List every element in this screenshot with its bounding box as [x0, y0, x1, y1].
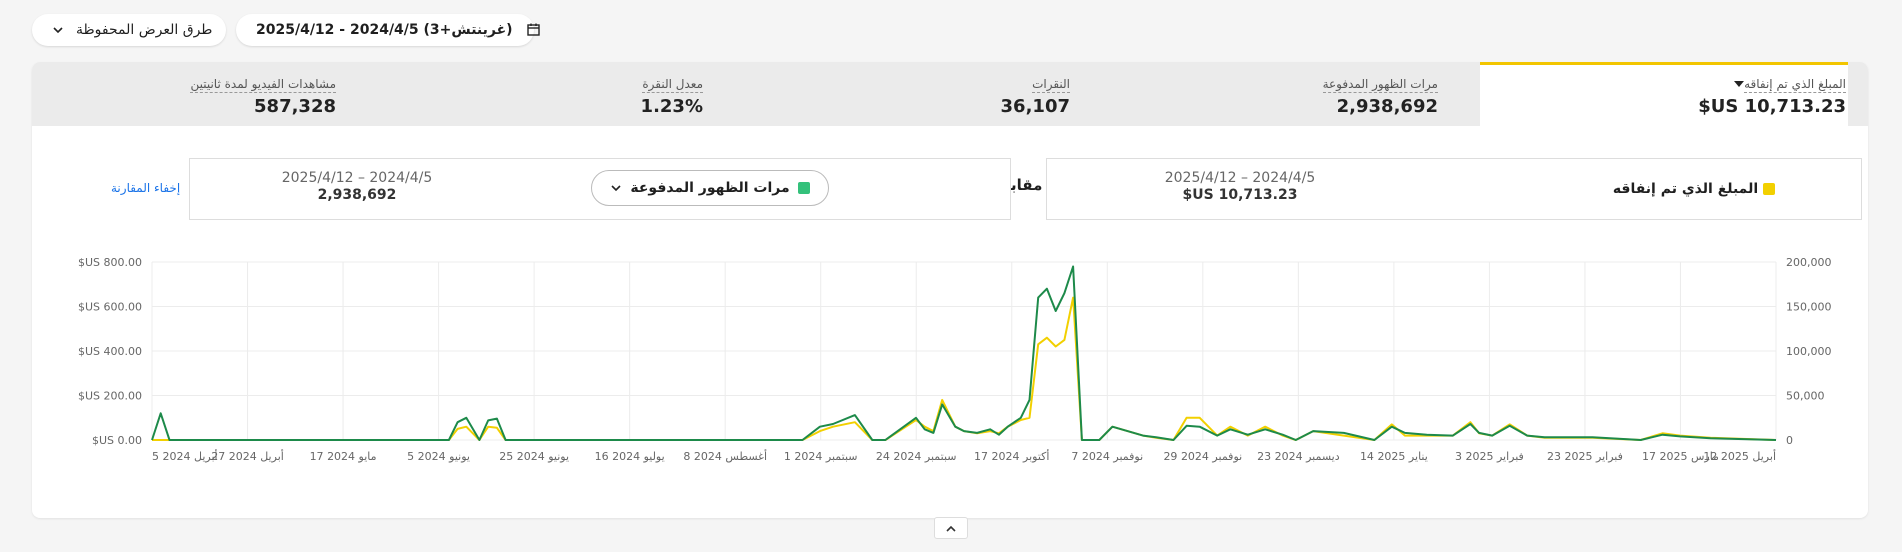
primary-series-label: المبلغ الذي تم إنفاقه [1613, 181, 1775, 197]
y-axis-left: $US 800.00 $US 600.00 $US 400.00 $US 200.00… [78, 256, 142, 447]
y-left-tick-label: $US 200.00 [78, 390, 142, 403]
metric-label: النقرات [1032, 77, 1070, 93]
x-tick-label: 27 أبريل 2024 [211, 449, 284, 463]
chevron-down-icon [52, 24, 64, 36]
y-left-tick-label: $US 600.00 [78, 301, 142, 314]
metric-label: المبلغ الذي تم إنفاقه [1744, 77, 1846, 93]
y-left-tick-label: $US 0.00 [92, 434, 142, 447]
x-tick-label: 5 يونيو 2024 [407, 450, 470, 463]
series-impressions-line [151, 265, 1777, 441]
secondary-series-name: مرات الظهور المدفوعة [630, 180, 790, 196]
collapse-chart-button[interactable] [934, 517, 968, 539]
y-left-tick-label: $US 400.00 [78, 345, 142, 358]
series-spend-line [152, 296, 1777, 441]
y-right-tick-label: 200,000 [1786, 256, 1832, 269]
metric-value: 1.23% [640, 96, 703, 117]
saved-views-label: طرق العرض المحفوظة [76, 22, 213, 38]
saved-views-dropdown[interactable]: طرق العرض المحفوظة [32, 14, 226, 46]
x-tick-label: 14 يناير 2025 [1360, 450, 1428, 463]
caret-down-icon[interactable] [1734, 80, 1745, 87]
x-tick-label: 16 يوليو 2024 [595, 450, 665, 463]
x-tick-label: 25 يونيو 2024 [499, 450, 569, 463]
metric-value: 587,328 [254, 96, 336, 117]
x-tick-label: 1 سبتمبر 2024 [784, 450, 858, 463]
x-tick-label: 23 ديسمبر 2024 [1257, 450, 1340, 463]
calendar-icon [526, 23, 540, 37]
x-tick-label: 24 سبتمبر 2024 [876, 450, 957, 463]
metric-value: 2,938,692 [1336, 96, 1438, 117]
x-tick-label: 8 أغسطس 2024 [683, 449, 767, 463]
metric-label: مشاهدات الفيديو لمدة ثانيتين [190, 77, 336, 93]
secondary-range-block: 2025/4/12 – 2024/4/5 2,938,692 [252, 170, 462, 203]
secondary-date-range: 2025/4/12 – 2024/4/5 [281, 170, 433, 186]
x-axis: 5 أبريل 202427 أبريل 2024 17 مايو 2024 5 ي… [152, 449, 1776, 463]
y-left-tick-label: $US 800.00 [78, 256, 142, 269]
y-axis-right: 200,000 150,000 100,000 50,000 0 [1786, 256, 1832, 447]
chart-series [151, 265, 1777, 441]
comparison-primary: المبلغ الذي تم إنفاقه 2025/4/12 – 2024/4… [1046, 158, 1862, 220]
y-right-tick-label: 50,000 [1786, 390, 1825, 403]
metric-clicks[interactable]: النقرات 36,107 [1001, 73, 1070, 117]
metric-label: معدل النقرة [642, 77, 703, 93]
chevron-down-icon [610, 182, 622, 194]
metric-spend[interactable]: المبلغ الذي تم إنفاقه $US 10,713.23 [1698, 73, 1846, 117]
x-tick-label: 17 مايو 2024 [310, 450, 377, 463]
comparison-metric-select[interactable]: مرات الظهور المدفوعة [591, 170, 829, 206]
x-tick-label: 12 أبريل 2025 [1703, 449, 1776, 463]
y-right-tick-label: 150,000 [1786, 301, 1832, 314]
hide-comparison-link[interactable]: إخفاء المقارنة [111, 181, 180, 195]
date-range-picker[interactable]: 2025/4/12 - 2024/4/5 (غرينتش+3) [236, 14, 540, 46]
metric-label: مرات الظهور المدفوعة [1322, 77, 1438, 93]
primary-series-name: المبلغ الذي تم إنفاقه [1612, 181, 1759, 197]
y-right-tick-label: 0 [1786, 434, 1793, 447]
y-right-tick-label: 100,000 [1786, 345, 1832, 358]
comparison-secondary: مرات الظهور المدفوعة 2025/4/12 – 2024/4/… [189, 158, 1011, 220]
x-tick-label: 29 نوفمبر 2024 [1163, 450, 1242, 463]
primary-range-block: 2025/4/12 – 2024/4/5 $US 10,713.23 [1135, 170, 1345, 203]
metric-value: 36,107 [1000, 96, 1070, 117]
x-tick-label: 23 فبراير 2025 [1547, 450, 1623, 463]
x-tick-label: 3 فبراير 2025 [1455, 450, 1524, 463]
secondary-total: 2,938,692 [317, 187, 397, 203]
x-tick-label: 5 أبريل 2024 [152, 449, 218, 463]
chart-grid [151, 261, 1777, 441]
metrics-bar: المبلغ الذي تم إنفاقه $US 10,713.23 مرات… [32, 62, 1868, 126]
primary-total: $US 10,713.23 [1182, 187, 1298, 203]
metric-value: $US 10,713.23 [1698, 96, 1846, 117]
metric-impressions[interactable]: مرات الظهور المدفوعة 2,938,692 [1322, 73, 1438, 117]
secondary-series-swatch [797, 182, 810, 194]
x-tick-label: 7 نوفمبر 2024 [1071, 450, 1143, 463]
metric-ctr[interactable]: معدل النقرة 1.23% [641, 73, 703, 117]
x-tick-label: 17 أكتوبر 2024 [974, 449, 1049, 463]
line-chart: $US 800.00 $US 600.00 $US 400.00 $US 200.00… [78, 256, 1832, 463]
primary-date-range: 2025/4/12 – 2024/4/5 [1164, 170, 1316, 186]
chevron-up-icon [946, 525, 956, 532]
metric-video-views[interactable]: مشاهدات الفيديو لمدة ثانيتين 587,328 [190, 73, 336, 117]
date-range-label: 2025/4/12 - 2024/4/5 (غرينتش+3) [256, 22, 513, 38]
performance-card: المبلغ الذي تم إنفاقه $US 10,713.23 مرات… [32, 62, 1868, 518]
primary-series-swatch [1763, 183, 1775, 195]
